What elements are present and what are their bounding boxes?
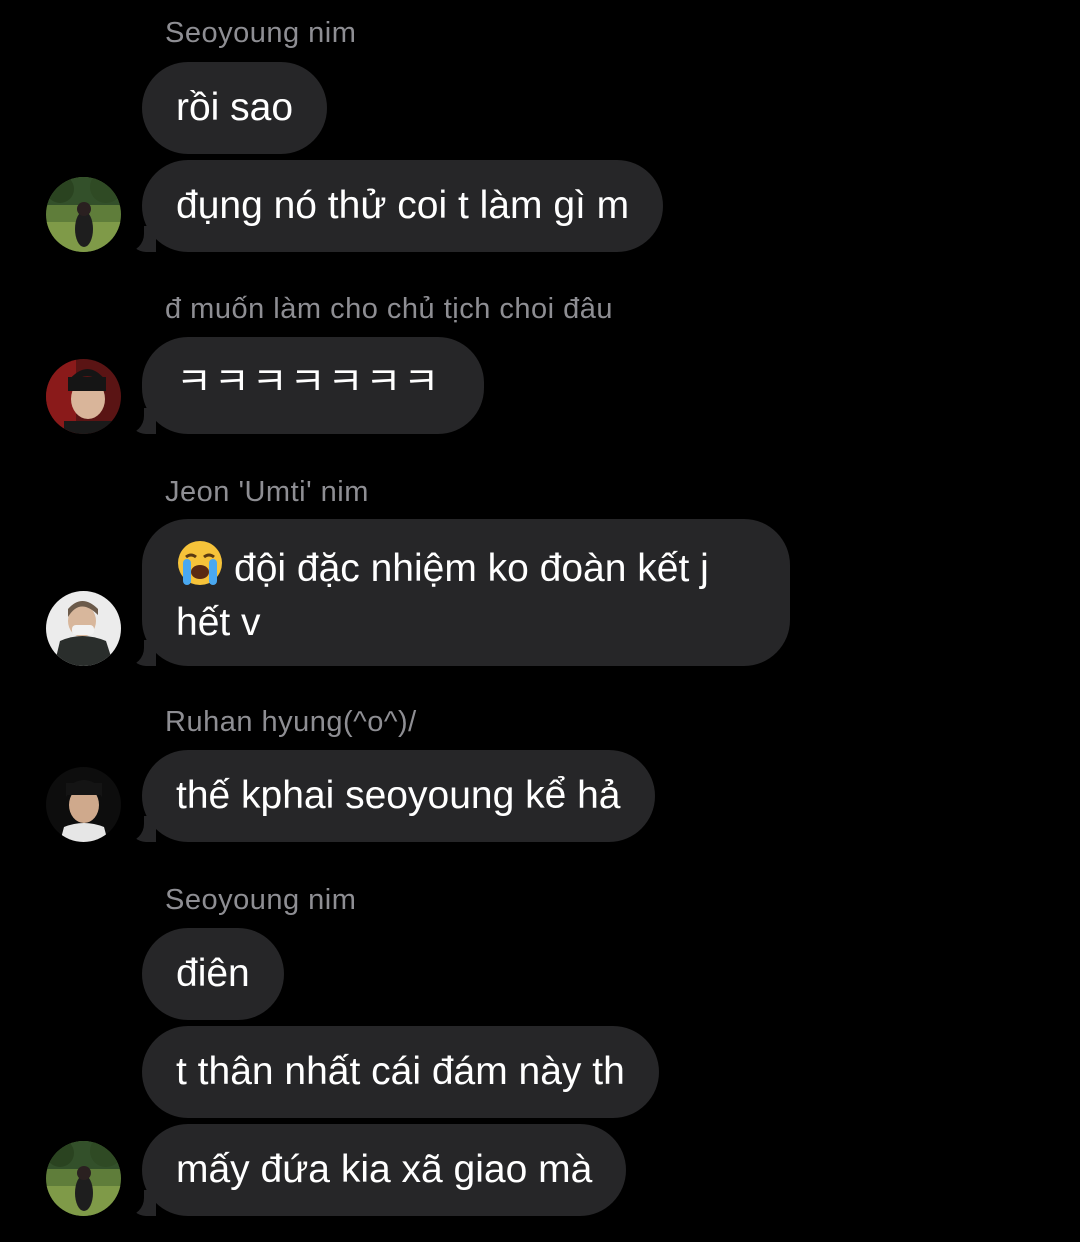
message-bubble[interactable]: đụng nó thử coi t làm gì m	[142, 160, 664, 252]
message-text: t thân nhất cái đám này th	[176, 1050, 625, 1093]
seoyoung-avatar[interactable]	[46, 1141, 121, 1216]
message-text: ㅋㅋㅋㅋㅋㅋㅋ	[176, 361, 442, 404]
message-text: điên	[176, 952, 250, 995]
message-text: thế kphai seoyoung kể hả	[176, 774, 621, 817]
bubble-tail	[122, 814, 156, 842]
bubble-tail	[122, 224, 156, 252]
loudly-crying-face-icon	[176, 539, 224, 587]
umti-avatar[interactable]	[46, 591, 121, 666]
sender-name: Seoyoung nim	[165, 17, 357, 49]
message-text: rồi sao	[176, 86, 294, 129]
message-text: mấy đứa kia xã giao mà	[176, 1148, 593, 1191]
bubble-tail	[122, 406, 156, 434]
bubble-tail	[122, 638, 156, 666]
sender-name: Seoyoung nim	[165, 884, 357, 916]
message-bubble[interactable]: t thân nhất cái đám này th	[142, 1026, 659, 1118]
sender-name: đ muốn làm cho chủ tịch choi đâu	[165, 293, 614, 325]
user2-avatar[interactable]	[46, 359, 121, 434]
seoyoung-avatar[interactable]	[46, 177, 121, 252]
message-text: đụng nó thử coi t làm gì m	[176, 184, 630, 227]
message-bubble[interactable]: thế kphai seoyoung kể hả	[142, 750, 655, 842]
bubble-tail	[122, 1188, 156, 1216]
message-text: đội đặc nhiệm ko đoàn kết j hết v	[176, 547, 709, 644]
message-bubble[interactable]: ㅋㅋㅋㅋㅋㅋㅋ	[142, 337, 484, 434]
message-bubble[interactable]: điên	[142, 928, 284, 1020]
message-bubble[interactable]: mấy đứa kia xã giao mà	[142, 1124, 627, 1216]
sender-name: Jeon 'Umti' nim	[165, 476, 369, 508]
sender-name: Ruhan hyung(^o^)/	[165, 706, 417, 738]
message-bubble[interactable]: rồi sao	[142, 62, 328, 154]
ruhan-avatar[interactable]	[46, 767, 121, 842]
message-bubble[interactable]: đội đặc nhiệm ko đoàn kết j hết v	[142, 519, 790, 666]
